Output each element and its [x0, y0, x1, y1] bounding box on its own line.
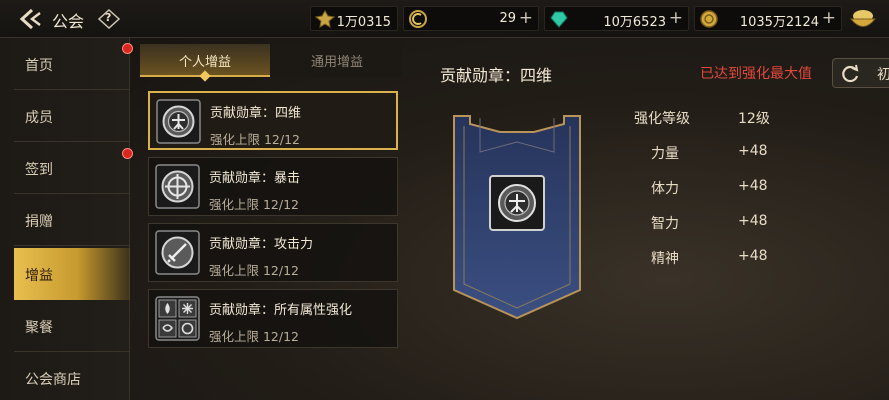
buff-item-attack[interactable]: 贡献勋章：攻击力 强化上限 12/12 [148, 223, 398, 282]
stat-name: 力量 [651, 146, 679, 162]
stat-name: 精神 [651, 251, 679, 267]
sidebar-item-label: 签到 [25, 162, 53, 178]
buff-name: 贡献勋章：攻击力 [209, 237, 314, 252]
sidebar-item-members[interactable]: 成员 [14, 90, 130, 142]
sidebar-item-label: 首页 [25, 58, 53, 74]
gem-icon [550, 11, 568, 28]
resource-value: 29 [499, 11, 516, 26]
buff-limit: 强化上限 12/12 [210, 132, 300, 147]
all-elements-medal-icon [155, 296, 200, 341]
refresh-button[interactable]: 初 [832, 58, 889, 88]
sidebar-item-checkin[interactable]: 签到 [14, 142, 130, 194]
stat-name: 强化等级 [634, 111, 690, 127]
sidebar-item-label: 捐赠 [25, 214, 53, 230]
stat-value: 12级 [738, 111, 770, 127]
sidebar-item-donate[interactable]: 捐赠 [14, 194, 130, 246]
tab-general-buffs[interactable]: 通用增益 [272, 44, 402, 77]
sidebar-item-feast[interactable]: 聚餐 [14, 300, 130, 352]
stat-value: +48 [738, 178, 768, 194]
stat-value: +48 [738, 248, 768, 264]
sidebar-item-label: 增益 [25, 268, 53, 284]
four-stats-medal-icon [156, 99, 201, 144]
c-coin-icon [409, 10, 427, 28]
help-button[interactable]: ? [97, 8, 121, 30]
help-label: ? [105, 11, 112, 24]
sidebar-item-buffs[interactable]: 增益 [14, 248, 130, 300]
notification-dot [122, 43, 133, 54]
refresh-label: 初 [877, 67, 889, 83]
sidebar-item-guild-shop[interactable]: 公会商店 [14, 352, 130, 400]
buff-limit: 强化上限 12/12 [209, 197, 299, 212]
stat-name: 体力 [651, 181, 679, 197]
resource-c-coin: 29 + [403, 6, 539, 31]
back-arrow-icon[interactable] [18, 7, 44, 31]
buff-name: 贡献勋章：暴击 [209, 171, 301, 186]
resource-gold-bar: 1万0315 [310, 6, 398, 31]
buff-item-four-stats[interactable]: 贡献勋章：四维 强化上限 12/12 [148, 91, 398, 150]
buff-name: 贡献勋章：所有属性强化 [209, 303, 353, 318]
buff-limit: 强化上限 12/12 [209, 329, 299, 344]
stat-value: +48 [738, 213, 768, 229]
resource-value: 1035万2124 [739, 15, 819, 30]
resource-gem: 10万6523 + [544, 6, 689, 31]
crit-medal-icon [155, 164, 200, 209]
top-bar: 公会 ? 1万0315 29 + 10万6523 + 1035万2124 + [0, 0, 889, 38]
sword-medal-icon [155, 230, 200, 275]
notification-dot [122, 148, 133, 159]
buff-name: 贡献勋章：四维 [210, 106, 302, 121]
buff-limit: 强化上限 12/12 [209, 263, 299, 278]
sidebar-item-label: 成员 [25, 110, 53, 126]
tab-label: 个人增益 [178, 55, 231, 70]
tab-label: 通用增益 [310, 55, 363, 70]
gold-bar-icon [315, 10, 335, 28]
gold-coin-icon [700, 10, 718, 28]
buff-item-crit[interactable]: 贡献勋章：暴击 强化上限 12/12 [148, 157, 398, 216]
add-gem-button[interactable]: + [669, 8, 683, 28]
refresh-icon [842, 64, 859, 83]
resource-gold-coin: 1035万2124 + [694, 6, 842, 31]
guild-banner [453, 115, 581, 320]
sidebar-item-label: 聚餐 [25, 320, 53, 336]
stat-name: 智力 [651, 216, 679, 232]
buff-item-all-elements[interactable]: 贡献勋章：所有属性强化 强化上限 12/12 [148, 289, 398, 348]
sidebar-item-home[interactable]: 首页 [14, 38, 130, 90]
page-title: 公会 [52, 12, 85, 31]
treasure-bowl-icon[interactable] [848, 6, 878, 32]
stat-value: +48 [738, 143, 768, 159]
add-c-coin-button[interactable]: + [519, 8, 533, 28]
sidebar-item-label: 公会商店 [25, 372, 81, 388]
resource-value: 1万0315 [336, 15, 391, 30]
max-level-status: 已达到强化最大值 [700, 66, 812, 82]
resource-value: 10万6523 [603, 15, 666, 30]
detail-title: 贡献勋章：四维 [440, 66, 553, 85]
add-gold-coin-button[interactable]: + [822, 8, 836, 28]
